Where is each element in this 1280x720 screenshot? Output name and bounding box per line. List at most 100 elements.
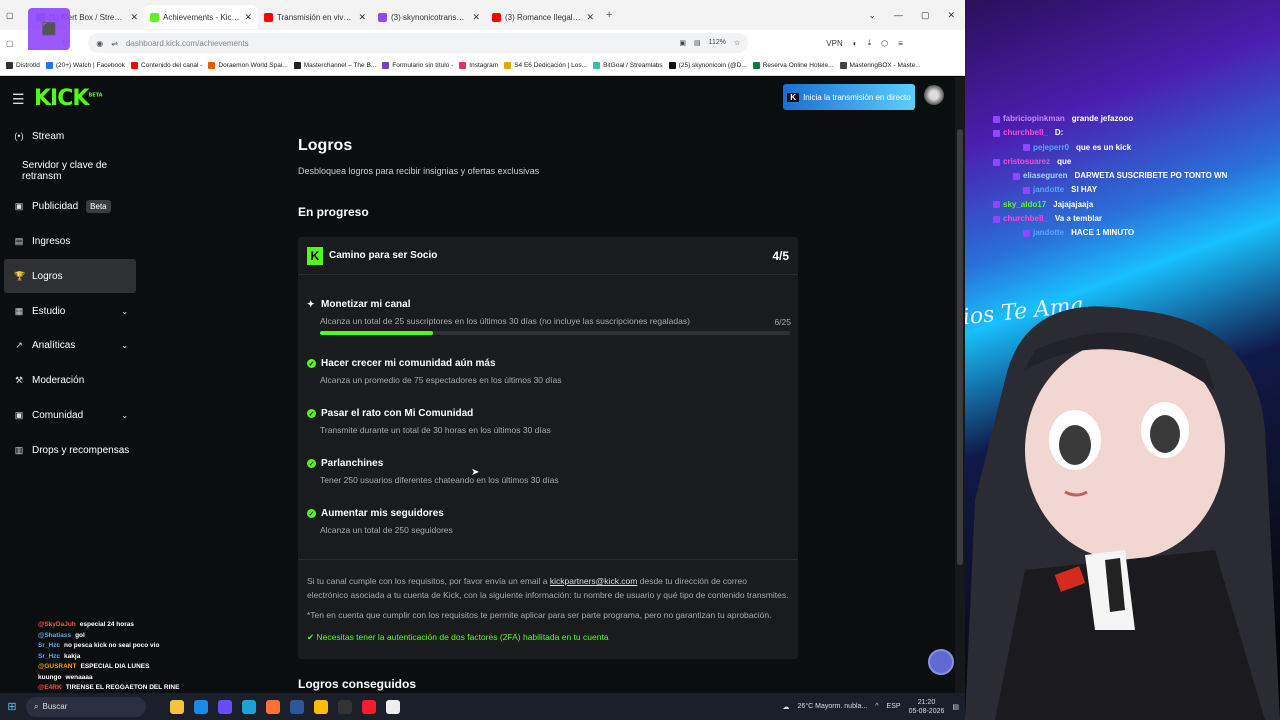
avatar[interactable]	[924, 85, 944, 105]
tab-label: (3) skynonicotransmisiones - Twi	[391, 12, 469, 22]
stream-chat-username: eliaseguren	[1023, 171, 1068, 181]
sidebar-item-servidor-y-clave-de-retransm[interactable]: Servidor y clave de retransm	[4, 154, 136, 188]
browser-tab[interactable]: (3) skynonicotransmisiones - Twi✕	[372, 5, 486, 29]
maximize-icon[interactable]: ▢	[921, 10, 930, 21]
site-settings-icon[interactable]: ⇌	[111, 39, 118, 48]
bookmark-favicon	[45, 62, 53, 69]
bookmark-item[interactable]: Instagram	[459, 62, 498, 69]
browser-tab-active[interactable]: Achievements - Kick Dashboard ✕	[144, 5, 258, 29]
taskbar-search[interactable]: ⌕ Buscar	[26, 696, 146, 717]
bookmark-item[interactable]: (20+) Watch | Facebook	[45, 62, 125, 69]
wallet-icon[interactable]: ◐	[853, 39, 858, 48]
stream-chat-username: churchbell_	[1003, 128, 1048, 138]
weather-text[interactable]: 26°C Mayorm. nubla...	[798, 703, 868, 710]
tray-expand-icon[interactable]: ^	[875, 703, 878, 710]
url-text[interactable]: dashboard.kick.com/achievements	[126, 39, 249, 48]
weather-icon[interactable]: ☁	[783, 703, 790, 711]
kick-logo[interactable]: KICKBETA	[34, 86, 103, 111]
bookmark-item[interactable]: S4 E6 Dedicación | Los...	[504, 62, 587, 69]
vtuber-right-pupil	[1150, 415, 1180, 453]
go-live-button[interactable]: K Inicia la transmisión en directo	[783, 84, 915, 110]
close-tab-icon[interactable]: ✕	[472, 12, 480, 23]
sidebar-item-publicidad[interactable]: ▣ Publicidad Beta	[4, 189, 136, 223]
bookmark-item[interactable]: (25) skynonicoin (@D...	[668, 62, 747, 69]
bookmark-item[interactable]: Doraemon World Spai...	[208, 62, 288, 69]
bookmark-item[interactable]: Reserva Online Hotele...	[752, 62, 834, 69]
address-bar[interactable]: ◉ ⇌ dashboard.kick.com/achievements ▣ ▤ …	[88, 33, 749, 53]
bookmark-item[interactable]: Contenido del canal -	[131, 62, 202, 69]
minimize-icon[interactable]: —	[894, 10, 903, 21]
card-footer: Si tu canal cumple con los requisitos, p…	[298, 559, 798, 659]
word-icon[interactable]	[290, 699, 304, 714]
sidebar-item-icon: ▤	[14, 235, 24, 246]
sidebar-item-comunidad[interactable]: ▣ Comunidad ⌄	[4, 398, 136, 432]
bookmark-item[interactable]: Formulario sin título -	[382, 62, 453, 69]
close-tab-icon[interactable]: ✕	[358, 12, 366, 23]
sidebar-toggle-icon[interactable]: ▢	[6, 39, 14, 48]
stream-chat-message: jandotte HACE 1 MINUTO	[993, 226, 1227, 240]
sidebar-item-logros[interactable]: 🏆 Logros	[4, 259, 136, 293]
bookmark-label: Doraemon World Spai...	[218, 62, 288, 69]
browser-tab[interactable]: (3) Romance Ilegal - YouTube ✕	[486, 5, 600, 29]
file-explorer-icon[interactable]	[170, 699, 184, 714]
sidebar-item-moderación[interactable]: ⚒ Moderación	[4, 363, 136, 397]
tab-actions-icon[interactable]: ▢	[6, 11, 14, 20]
sidebar-item-icon: 🏆	[14, 270, 26, 281]
stream-chat-username: jandotte	[1033, 228, 1065, 238]
app-icon[interactable]	[386, 699, 400, 714]
browser-tab-bar: ▢ (1) Alert Box / Streamlabs✕ Achievemen…	[0, 0, 965, 30]
obs-icon[interactable]	[338, 699, 352, 714]
browser-tab[interactable]: Transmisión en vivo - YouTube S ✕	[258, 5, 372, 29]
task-title-row: ✓ Parlanchines	[307, 458, 791, 469]
bookmark-item[interactable]: Masterchannel – The B...	[293, 62, 376, 69]
windows-start-icon[interactable]: ⊞	[2, 700, 22, 713]
sidebar-item-ingresos[interactable]: ▤ Ingresos	[4, 224, 136, 258]
sidebar-item-label: Analíticas	[32, 339, 76, 351]
menu-icon[interactable]: ≡	[898, 39, 903, 48]
bookmark-item[interactable]: Distrotid	[6, 62, 40, 69]
page-scrollbar[interactable]	[955, 77, 965, 693]
opera-icon[interactable]	[362, 699, 376, 714]
new-tab-button[interactable]: +	[600, 9, 618, 21]
close-tab-icon[interactable]: ✕	[130, 12, 138, 23]
language-indicator[interactable]: ESP	[887, 703, 901, 710]
task-title: Pasar el rato con Mi Comunidad	[321, 408, 474, 419]
chevron-down-icon[interactable]: ⌄	[121, 411, 128, 420]
bookmark-item[interactable]: MasteringBOX - Maste...	[839, 62, 921, 69]
notifications-icon[interactable]: ▤	[952, 703, 959, 711]
sidebar-item-analíticas[interactable]: ↗ Analíticas ⌄	[4, 328, 136, 362]
chevron-down-icon[interactable]: ⌄	[121, 341, 128, 350]
extensions-icon[interactable]: ⬡	[881, 39, 888, 48]
partners-email-link[interactable]: kickpartners@kick.com	[550, 576, 638, 586]
reader-icon[interactable]: ▤	[694, 39, 701, 47]
sidebar-item-label: Stream	[32, 130, 65, 142]
bookmark-star-icon[interactable]: ☆	[734, 39, 740, 47]
hamburger-menu-icon[interactable]: ☰	[12, 91, 25, 108]
stream-chat-message: sky_aldo17 Jajajajaaja	[993, 198, 1227, 212]
vscode-icon[interactable]	[194, 699, 208, 714]
scrollbar-thumb[interactable]	[957, 129, 963, 565]
sidebar-item-drops-y-recompensas[interactable]: ▥ Drops y recompensas	[4, 433, 136, 467]
edge-icon[interactable]	[242, 699, 256, 714]
tab-list-icon[interactable]: ⌄	[868, 10, 876, 21]
bookmark-item[interactable]: BitGoal / Streamlabs	[593, 62, 663, 69]
game-icon[interactable]	[218, 699, 232, 714]
sidebar-item-estudio[interactable]: ▦ Estudio ⌄	[4, 294, 136, 328]
firefox-icon[interactable]	[266, 699, 280, 714]
close-tab-icon[interactable]: ✕	[586, 12, 594, 23]
chevron-down-icon[interactable]: ⌄	[121, 307, 128, 316]
zoom-level[interactable]: 112%	[709, 39, 726, 47]
chrome-icon[interactable]	[314, 699, 328, 714]
download-icon[interactable]: ⤓	[868, 38, 872, 48]
sidebar-item-stream[interactable]: (•) Stream	[4, 119, 136, 153]
support-chat-button[interactable]	[928, 649, 954, 675]
close-tab-icon[interactable]: ✕	[244, 12, 252, 23]
close-window-icon[interactable]: ✕	[947, 10, 955, 21]
screenshot-icon[interactable]: ▣	[679, 39, 686, 47]
site-info-icon[interactable]: ◉	[96, 39, 103, 48]
stream-chat-text: que	[1057, 156, 1072, 166]
tab-favicon	[150, 12, 159, 22]
clock[interactable]: 21:20 05-08-2026	[909, 698, 945, 716]
vpn-badge[interactable]: VPN	[826, 39, 842, 48]
task-description: Tener 250 usuarios diferentes chateando …	[320, 475, 559, 485]
